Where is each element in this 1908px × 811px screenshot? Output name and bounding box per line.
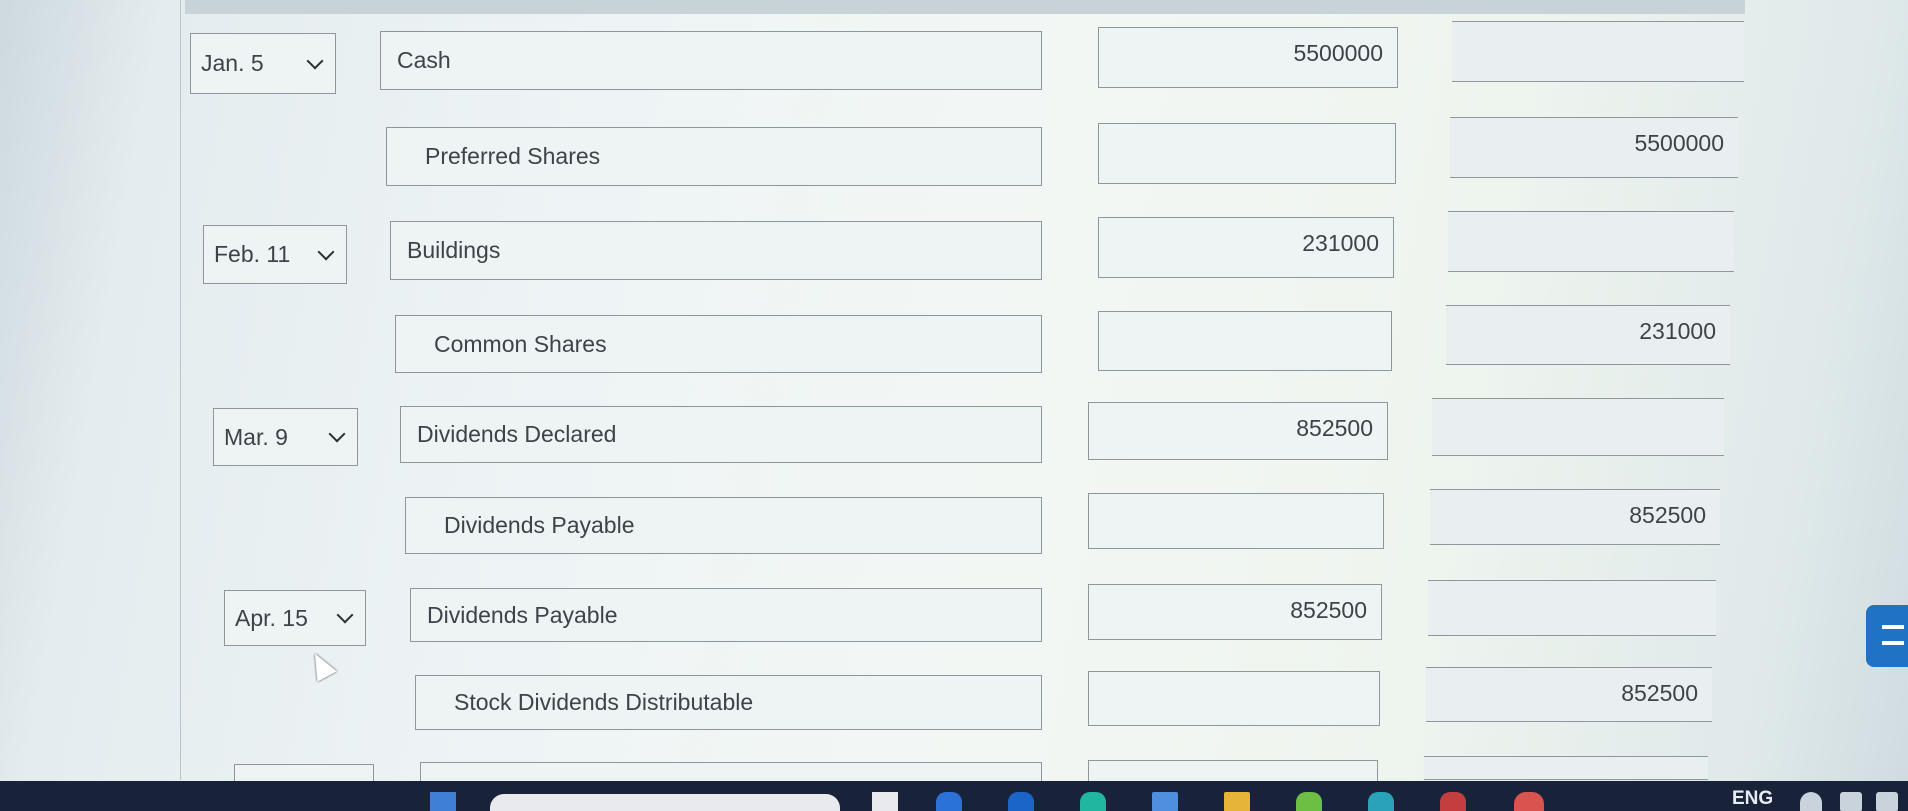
credit-field-row-1[interactable] [1452, 21, 1744, 82]
chevron-down-icon [306, 52, 324, 69]
credit-field-row-2[interactable]: 5500000 [1450, 117, 1738, 178]
taskbar-search-box[interactable] [490, 794, 840, 811]
credit-amount: 5500000 [1634, 130, 1724, 156]
debit-amount: 852500 [1290, 597, 1367, 623]
wifi-icon[interactable] [1800, 792, 1822, 811]
credit-field-row-8[interactable]: 852500 [1426, 667, 1712, 722]
credit-field-row-5[interactable] [1432, 398, 1724, 456]
date-select-value: Jan. 5 [201, 50, 264, 76]
date-select-value: Mar. 9 [224, 423, 288, 450]
account-name: Common Shares [434, 330, 607, 357]
chrome-profile-icon[interactable] [1514, 792, 1544, 811]
account-name: Dividends Declared [417, 421, 617, 447]
task-view-icon[interactable] [872, 792, 898, 811]
credit-field-next-row[interactable] [1424, 756, 1708, 780]
credit-field-row-3[interactable] [1448, 211, 1734, 272]
edge-browser-icon[interactable] [936, 792, 962, 811]
chevron-down-icon [328, 425, 346, 443]
date-select-mar-9[interactable]: Mar. 9 [213, 408, 358, 466]
date-select-value: Feb. 11 [214, 241, 291, 267]
account-field-dividends-payable-credit[interactable]: Dividends Payable [405, 497, 1042, 554]
credit-amount: 231000 [1639, 318, 1716, 344]
debit-field-row-6[interactable] [1088, 493, 1384, 549]
account-name: Preferred Shares [425, 143, 601, 169]
app-icon-red[interactable] [1440, 792, 1466, 811]
date-select-jan-5[interactable]: Jan. 5 [190, 33, 336, 94]
account-name: Cash [397, 47, 451, 73]
account-field-dividends-declared[interactable]: Dividends Declared [400, 406, 1042, 463]
credit-field-row-6[interactable]: 852500 [1430, 489, 1720, 545]
date-select-apr-15[interactable]: Apr. 15 [224, 590, 366, 646]
speaker-icon[interactable] [1840, 792, 1862, 811]
menu-lines-icon [1882, 625, 1904, 645]
debit-field-row-4[interactable] [1098, 311, 1392, 371]
debit-field-row-2[interactable] [1098, 123, 1396, 184]
debit-field-row-5[interactable]: 852500 [1088, 402, 1388, 460]
credit-amount: 852500 [1629, 502, 1706, 528]
app-icon-green[interactable] [1296, 792, 1322, 811]
debit-amount: 5500000 [1293, 40, 1383, 66]
account-field-stock-dividends-distributable[interactable]: Stock Dividends Distributable [415, 675, 1042, 730]
account-name: Stock Dividends Distributable [454, 689, 754, 715]
start-icon[interactable] [430, 792, 456, 811]
date-select-feb-11[interactable]: Feb. 11 [203, 225, 347, 284]
battery-icon[interactable] [1876, 792, 1898, 811]
account-field-preferred-shares[interactable]: Preferred Shares [386, 127, 1042, 186]
credit-field-row-4[interactable]: 231000 [1446, 305, 1730, 365]
language-indicator[interactable]: ENG [1732, 788, 1773, 810]
credit-amount: 852500 [1621, 680, 1698, 706]
account-name: Buildings [407, 237, 501, 263]
debit-amount: 852500 [1296, 415, 1373, 441]
store-icon[interactable] [1080, 792, 1106, 811]
debit-field-row-1[interactable]: 5500000 [1098, 27, 1398, 88]
credit-field-row-7[interactable] [1428, 580, 1716, 636]
debit-amount: 231000 [1302, 230, 1379, 256]
account-name: Dividends Payable [427, 601, 618, 628]
debit-field-row-7[interactable]: 852500 [1088, 584, 1382, 640]
date-select-value: Apr. 15 [235, 604, 308, 631]
app-icon-teal[interactable] [1368, 792, 1394, 811]
chevron-down-icon [336, 606, 354, 624]
side-panel-tab[interactable] [1866, 605, 1908, 667]
account-field-cash[interactable]: Cash [380, 31, 1042, 90]
folder-icon[interactable] [1224, 792, 1250, 811]
account-field-buildings[interactable]: Buildings [390, 221, 1042, 280]
app-icon[interactable] [1008, 792, 1034, 811]
account-name: Dividends Payable [444, 512, 635, 538]
mail-icon[interactable] [1152, 792, 1178, 811]
account-field-common-shares[interactable]: Common Shares [395, 315, 1042, 373]
debit-field-row-3[interactable]: 231000 [1098, 217, 1394, 278]
chevron-down-icon [317, 243, 335, 260]
debit-field-row-8[interactable] [1088, 671, 1380, 726]
account-field-dividends-payable-debit[interactable]: Dividends Payable [410, 588, 1042, 642]
